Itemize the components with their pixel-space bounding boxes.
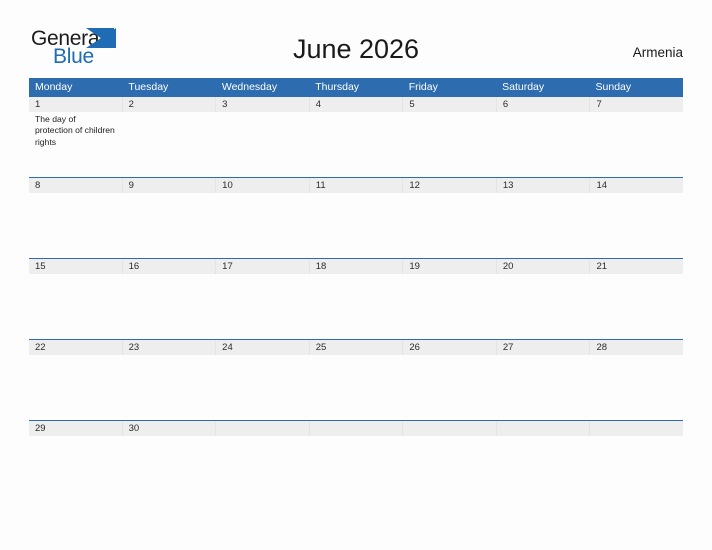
day-cell[interactable] — [309, 193, 402, 258]
week-date-band: 29 30 — [29, 421, 684, 436]
day-cell[interactable] — [403, 112, 496, 177]
calendar-week-row: 29 30 — [29, 420, 684, 450]
date-number[interactable]: 24 — [216, 340, 310, 355]
country-label: Armenia — [632, 45, 683, 60]
day-cell[interactable] — [496, 355, 589, 420]
date-number[interactable]: 11 — [310, 178, 404, 193]
week-event-band — [29, 355, 683, 420]
date-number-empty — [496, 421, 591, 436]
day-cell[interactable] — [29, 193, 122, 258]
date-number[interactable]: 21 — [590, 259, 683, 274]
week-date-band: 1 2 3 4 5 6 7 — [29, 97, 683, 112]
day-cell[interactable] — [122, 274, 215, 339]
day-cell[interactable] — [496, 112, 589, 177]
day-cell[interactable] — [122, 112, 215, 177]
day-cell[interactable] — [309, 112, 402, 177]
date-number[interactable]: 2 — [123, 97, 217, 112]
date-number[interactable]: 5 — [403, 97, 497, 112]
date-number[interactable]: 23 — [123, 340, 217, 355]
date-number-empty — [590, 421, 684, 436]
day-cell-empty — [309, 436, 402, 450]
week-event-band — [29, 193, 683, 258]
day-cell[interactable] — [403, 193, 496, 258]
day-header-friday: Friday — [408, 81, 438, 93]
date-number[interactable]: 13 — [497, 178, 591, 193]
date-number-empty — [216, 421, 310, 436]
day-cell[interactable] — [309, 274, 402, 339]
date-number[interactable]: 6 — [497, 97, 591, 112]
day-cell[interactable] — [29, 274, 122, 339]
calendar-grid: Monday Tuesday Wednesday Thursday Friday… — [29, 78, 684, 450]
week-event-band — [29, 274, 683, 339]
day-cell[interactable] — [216, 274, 309, 339]
day-header-tuesday: Tuesday — [128, 81, 169, 93]
date-number[interactable]: 25 — [310, 340, 404, 355]
date-number[interactable]: 12 — [403, 178, 497, 193]
date-number[interactable]: 1 — [29, 97, 123, 112]
day-header-wednesday: Wednesday — [221, 81, 278, 93]
date-number[interactable]: 4 — [310, 97, 404, 112]
date-number[interactable]: 9 — [123, 178, 217, 193]
calendar-page: General Blue June 2026 Armenia Monday Tu… — [0, 0, 712, 550]
date-number[interactable]: 28 — [590, 340, 683, 355]
week-event-band — [29, 436, 683, 450]
day-of-week-header-row: Monday Tuesday Wednesday Thursday Friday… — [29, 78, 683, 96]
date-number[interactable]: 3 — [216, 97, 310, 112]
calendar-week-row: 1 2 3 4 5 6 7 The day of protection of c… — [29, 96, 683, 177]
day-cell[interactable] — [29, 355, 122, 420]
day-cell[interactable] — [216, 193, 309, 258]
calendar-week-row: 15 16 17 18 19 20 21 — [29, 258, 683, 339]
day-cell-empty — [496, 436, 589, 450]
day-cell[interactable] — [590, 112, 683, 177]
date-number[interactable]: 22 — [29, 340, 123, 355]
date-number[interactable]: 15 — [29, 259, 123, 274]
date-number[interactable]: 27 — [497, 340, 591, 355]
day-cell[interactable] — [590, 193, 683, 258]
date-number[interactable]: 8 — [29, 178, 123, 193]
day-cell[interactable] — [403, 274, 496, 339]
date-number[interactable]: 20 — [497, 259, 591, 274]
day-cell[interactable] — [403, 355, 496, 420]
day-header-sunday: Sunday — [595, 81, 632, 93]
calendar-week-row: 8 9 10 11 12 13 14 — [29, 177, 683, 258]
week-date-band: 22 23 24 25 26 27 28 — [29, 340, 683, 355]
date-number[interactable]: 14 — [590, 178, 683, 193]
day-cell[interactable] — [122, 355, 215, 420]
week-date-band: 8 9 10 11 12 13 14 — [29, 178, 683, 193]
date-number-empty — [309, 421, 404, 436]
date-number[interactable]: 19 — [403, 259, 497, 274]
day-header-thursday: Thursday — [315, 81, 360, 93]
week-event-band: The day of protection of children rights — [29, 112, 683, 177]
day-cell[interactable] — [590, 355, 683, 420]
day-cell[interactable] — [309, 355, 402, 420]
day-cell-empty — [216, 436, 309, 450]
date-number[interactable]: 16 — [123, 259, 217, 274]
day-cell[interactable] — [590, 274, 683, 339]
calendar-week-row: 22 23 24 25 26 27 28 — [29, 339, 683, 420]
date-number[interactable]: 10 — [216, 178, 310, 193]
date-number[interactable]: 18 — [310, 259, 404, 274]
day-cell[interactable] — [29, 436, 122, 450]
week-date-band: 15 16 17 18 19 20 21 — [29, 259, 683, 274]
page-title: June 2026 — [292, 34, 420, 64]
date-number[interactable]: 7 — [590, 97, 683, 112]
date-number[interactable]: 26 — [403, 340, 497, 355]
day-cell[interactable]: The day of protection of children rights — [29, 112, 122, 177]
day-header-monday: Monday — [35, 81, 73, 93]
day-cell-empty — [590, 436, 683, 450]
day-cell[interactable] — [122, 436, 215, 450]
day-cell-empty — [403, 436, 496, 450]
day-header-saturday: Saturday — [502, 81, 545, 93]
date-number[interactable]: 30 — [123, 421, 217, 436]
date-number[interactable]: 17 — [216, 259, 310, 274]
page-header: General Blue June 2026 Armenia — [0, 0, 712, 78]
day-cell[interactable] — [122, 193, 215, 258]
day-cell[interactable] — [216, 355, 309, 420]
day-cell[interactable] — [216, 112, 309, 177]
day-cell[interactable] — [496, 193, 589, 258]
date-number[interactable]: 29 — [29, 421, 123, 436]
date-number-empty — [403, 421, 497, 436]
day-cell[interactable] — [496, 274, 589, 339]
event-text: The day of protection of children rights — [35, 114, 115, 147]
